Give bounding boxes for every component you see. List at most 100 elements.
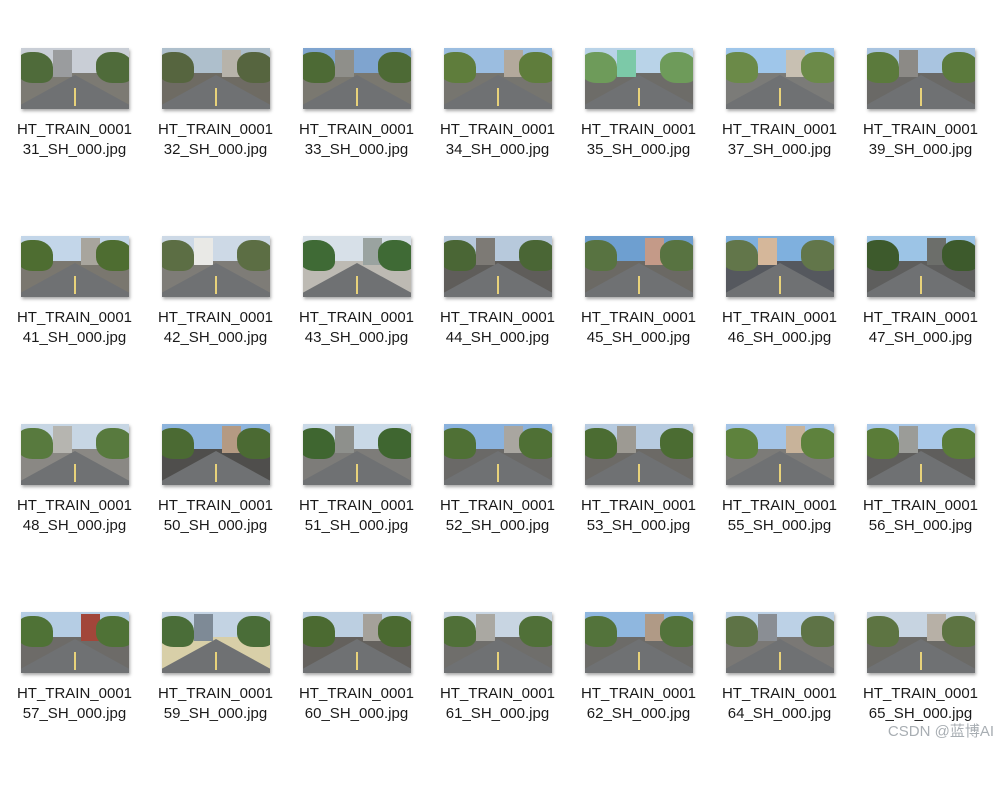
thumbnail-frame — [709, 604, 850, 680]
file-name: HT_TRAIN_000153_SH_000.jpg — [580, 497, 697, 534]
image-thumbnail — [584, 611, 693, 673]
file-item[interactable]: HT_TRAIN_000133_SH_000.jpg — [286, 40, 427, 228]
file-item[interactable]: HT_TRAIN_000137_SH_000.jpg — [709, 40, 850, 228]
file-name: HT_TRAIN_000131_SH_000.jpg — [16, 121, 133, 158]
image-thumbnail — [161, 611, 270, 673]
thumbnail-frame — [850, 604, 991, 680]
thumbnail-frame — [427, 228, 568, 304]
file-name: HT_TRAIN_000164_SH_000.jpg — [721, 685, 838, 722]
file-name: HT_TRAIN_000148_SH_000.jpg — [16, 497, 133, 534]
file-item[interactable]: HT_TRAIN_000144_SH_000.jpg — [427, 228, 568, 416]
thumbnail-lane-mark — [496, 463, 499, 483]
image-thumbnail — [443, 423, 552, 485]
file-item[interactable]: HT_TRAIN_000151_SH_000.jpg — [286, 416, 427, 604]
file-item[interactable]: HT_TRAIN_000162_SH_000.jpg — [568, 604, 709, 792]
thumbnail-frame — [568, 40, 709, 116]
thumbnail-building — [757, 237, 778, 265]
thumbnail-frame — [4, 228, 145, 304]
thumbnail-lane-mark — [496, 651, 499, 671]
file-item[interactable]: HT_TRAIN_000157_SH_000.jpg — [4, 604, 145, 792]
thumbnail-lane-mark — [73, 463, 76, 483]
file-name: HT_TRAIN_000160_SH_000.jpg — [298, 685, 415, 722]
file-name: HT_TRAIN_000159_SH_000.jpg — [157, 685, 274, 722]
file-item[interactable]: HT_TRAIN_000131_SH_000.jpg — [4, 40, 145, 228]
file-item[interactable]: HT_TRAIN_000145_SH_000.jpg — [568, 228, 709, 416]
file-name: HT_TRAIN_000145_SH_000.jpg — [580, 309, 697, 346]
thumbnail-lane-mark — [778, 275, 781, 295]
image-thumbnail — [584, 235, 693, 297]
file-name: HT_TRAIN_000156_SH_000.jpg — [862, 497, 979, 534]
file-item[interactable]: HT_TRAIN_000150_SH_000.jpg — [145, 416, 286, 604]
thumbnail-building — [616, 49, 637, 77]
file-item[interactable]: HT_TRAIN_000160_SH_000.jpg — [286, 604, 427, 792]
image-thumbnail — [161, 47, 270, 109]
thumbnail-frame — [4, 416, 145, 492]
file-name: HT_TRAIN_000161_SH_000.jpg — [439, 685, 556, 722]
image-thumbnail — [302, 47, 411, 109]
file-grid: HT_TRAIN_000131_SH_000.jpg HT_TRAIN_00013… — [4, 40, 991, 792]
file-item[interactable]: HT_TRAIN_000132_SH_000.jpg — [145, 40, 286, 228]
thumbnail-building — [475, 613, 496, 641]
thumbnail-frame — [286, 40, 427, 116]
file-item[interactable]: HT_TRAIN_000141_SH_000.jpg — [4, 228, 145, 416]
image-thumbnail — [302, 235, 411, 297]
thumbnail-frame — [4, 604, 145, 680]
file-name: HT_TRAIN_000134_SH_000.jpg — [439, 121, 556, 158]
image-thumbnail — [20, 611, 129, 673]
thumbnail-frame — [850, 416, 991, 492]
file-item[interactable]: HT_TRAIN_000165_SH_000.jpg — [850, 604, 991, 792]
thumbnail-lane-mark — [214, 87, 217, 107]
thumbnail-frame — [709, 40, 850, 116]
thumbnail-building — [193, 237, 214, 265]
file-name: HT_TRAIN_000151_SH_000.jpg — [298, 497, 415, 534]
file-name: HT_TRAIN_000132_SH_000.jpg — [157, 121, 274, 158]
image-thumbnail — [725, 423, 834, 485]
thumbnail-frame — [568, 604, 709, 680]
thumbnail-lane-mark — [214, 275, 217, 295]
file-item[interactable]: HT_TRAIN_000161_SH_000.jpg — [427, 604, 568, 792]
file-name: HT_TRAIN_000147_SH_000.jpg — [862, 309, 979, 346]
file-name: HT_TRAIN_000137_SH_000.jpg — [721, 121, 838, 158]
thumbnail-lane-mark — [73, 651, 76, 671]
image-thumbnail — [584, 423, 693, 485]
image-thumbnail — [866, 423, 975, 485]
thumbnail-building — [898, 425, 919, 453]
file-item[interactable]: HT_TRAIN_000147_SH_000.jpg — [850, 228, 991, 416]
image-thumbnail — [20, 423, 129, 485]
image-thumbnail — [443, 235, 552, 297]
thumbnail-building — [475, 237, 496, 265]
file-item[interactable]: HT_TRAIN_000146_SH_000.jpg — [709, 228, 850, 416]
thumbnail-frame — [145, 416, 286, 492]
thumbnail-lane-mark — [214, 651, 217, 671]
file-item[interactable]: HT_TRAIN_000152_SH_000.jpg — [427, 416, 568, 604]
file-name: HT_TRAIN_000152_SH_000.jpg — [439, 497, 556, 534]
image-thumbnail — [161, 423, 270, 485]
file-item[interactable]: HT_TRAIN_000156_SH_000.jpg — [850, 416, 991, 604]
thumbnail-building — [334, 425, 355, 453]
image-thumbnail — [725, 235, 834, 297]
file-item[interactable]: HT_TRAIN_000143_SH_000.jpg — [286, 228, 427, 416]
file-item[interactable]: HT_TRAIN_000159_SH_000.jpg — [145, 604, 286, 792]
thumbnail-frame — [850, 228, 991, 304]
image-thumbnail — [161, 235, 270, 297]
file-item[interactable]: HT_TRAIN_000134_SH_000.jpg — [427, 40, 568, 228]
file-item[interactable]: HT_TRAIN_000135_SH_000.jpg — [568, 40, 709, 228]
thumbnail-frame — [427, 604, 568, 680]
thumbnail-frame — [427, 40, 568, 116]
file-name: HT_TRAIN_000146_SH_000.jpg — [721, 309, 838, 346]
thumbnail-lane-mark — [355, 463, 358, 483]
file-name: HT_TRAIN_000142_SH_000.jpg — [157, 309, 274, 346]
file-item[interactable]: HT_TRAIN_000155_SH_000.jpg — [709, 416, 850, 604]
image-thumbnail — [20, 235, 129, 297]
file-item[interactable]: HT_TRAIN_000153_SH_000.jpg — [568, 416, 709, 604]
file-item[interactable]: HT_TRAIN_000164_SH_000.jpg — [709, 604, 850, 792]
thumbnail-lane-mark — [73, 87, 76, 107]
file-item[interactable]: HT_TRAIN_000142_SH_000.jpg — [145, 228, 286, 416]
file-item[interactable]: HT_TRAIN_000139_SH_000.jpg — [850, 40, 991, 228]
thumbnail-frame — [427, 416, 568, 492]
image-thumbnail — [443, 47, 552, 109]
thumbnail-lane-mark — [355, 87, 358, 107]
file-item[interactable]: HT_TRAIN_000148_SH_000.jpg — [4, 416, 145, 604]
image-thumbnail — [866, 235, 975, 297]
thumbnail-frame — [286, 604, 427, 680]
